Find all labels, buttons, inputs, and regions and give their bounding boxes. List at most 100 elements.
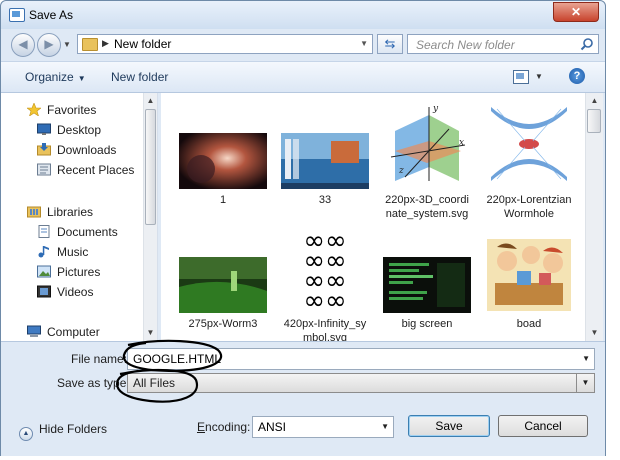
file-name-label: 275px-Worm3	[188, 318, 258, 330]
file-name-label: 220px-3D_coordi nate_system.svg	[379, 193, 475, 221]
back-arrow-icon: ◀	[18, 37, 28, 51]
file-name-line-1: 420px-Infinity_sy	[283, 318, 367, 330]
file-name-value: GOOGLE.HTML	[133, 352, 222, 366]
save-as-type-select[interactable]: All Files ▼	[127, 373, 595, 393]
view-options-dropdown[interactable]: ▼	[535, 72, 543, 81]
computer-icon	[27, 325, 41, 337]
file-item[interactable]: y x z 220px-3D_coordi nate_system.svg	[379, 101, 475, 220]
file-name-input[interactable]: GOOGLE.HTML ▼	[127, 348, 595, 370]
file-thumbnail	[179, 257, 267, 313]
file-thumbnail	[281, 133, 369, 189]
recent-locations-dropdown[interactable]: ▼	[63, 40, 71, 49]
navigation-pane-scrollbar[interactable]: ▲ ▼	[143, 93, 157, 341]
scrollbar-thumb[interactable]	[145, 109, 156, 225]
sidebar-item-label: Libraries	[47, 205, 94, 219]
sidebar-item-label: Desktop	[57, 123, 102, 137]
refresh-icon: ⇆	[384, 36, 396, 51]
address-bar[interactable]: ▶ New folder ▼	[77, 34, 373, 54]
axis-label-x: x	[459, 138, 464, 148]
scroll-down-icon[interactable]: ▼	[144, 327, 157, 339]
save-as-type-value: All Files	[133, 376, 176, 390]
file-name-label: big screen	[401, 318, 453, 330]
breadcrumb[interactable]: New folder	[114, 37, 171, 51]
navigation-bar: ◀ ▶ ▼ ▶ New folder ▼ ⇆ Search New folder	[1, 29, 605, 59]
back-button[interactable]: ◀	[11, 33, 35, 57]
file-name-line-1: 220px-3D_coordi	[385, 194, 469, 206]
folder-icon	[82, 38, 98, 51]
encoding-label-text: ncoding:	[205, 420, 251, 434]
search-input[interactable]: Search New folder	[416, 38, 515, 52]
help-icon[interactable]: ?	[569, 68, 585, 84]
refresh-button[interactable]: ⇆	[377, 34, 403, 54]
save-button-label: Save	[435, 419, 463, 433]
change-view-icon[interactable]	[513, 70, 529, 84]
breadcrumb-chevron-icon[interactable]: ▶	[102, 38, 109, 49]
file-item[interactable]: ∞∞ ∞∞ ∞∞ ∞∞ 420px-Infinity_sy mbol.svg	[277, 221, 373, 341]
forward-arrow-icon: ▶	[44, 37, 54, 51]
sidebar-item-label: Videos	[57, 285, 94, 299]
star-icon	[27, 103, 41, 116]
file-name-line-1: 220px-Lorentzian	[486, 194, 572, 206]
file-item[interactable]: 220px-Lorentzian Wormhole	[481, 101, 577, 220]
new-folder-button[interactable]: New folder	[111, 70, 168, 84]
address-dropdown-icon[interactable]: ▼	[360, 39, 368, 48]
file-item[interactable]: boad	[481, 221, 577, 335]
close-button[interactable]: ✕	[553, 2, 599, 22]
chevron-down-icon[interactable]: ▼	[381, 422, 389, 431]
file-item[interactable]: big screen	[379, 221, 475, 335]
scroll-up-icon[interactable]: ▲	[586, 95, 603, 107]
save-as-dialog: Save As ✕ ◀ ▶ ▼ ▶ New folder ▼ ⇆ Search …	[0, 0, 606, 456]
save-button[interactable]: Save	[408, 415, 490, 437]
file-item[interactable]: 1	[175, 101, 271, 215]
file-thumbnail: ∞∞ ∞∞ ∞∞ ∞∞	[285, 227, 365, 311]
file-name-label: File name:	[71, 352, 128, 366]
sidebar-item-label: Recent Places	[57, 163, 135, 177]
hide-folders-button[interactable]: ▲ Hide Folders	[19, 422, 107, 441]
file-name-label: 1	[219, 194, 227, 206]
file-thumbnail	[487, 101, 571, 187]
window-title: Save As	[29, 8, 74, 22]
sidebar-item-label: Downloads	[57, 143, 117, 157]
svg-text:∞∞: ∞∞	[303, 286, 346, 311]
chevron-up-icon: ▲	[19, 427, 33, 441]
scroll-down-icon[interactable]: ▼	[586, 327, 603, 339]
encoding-select[interactable]: ANSI ▼	[252, 416, 394, 438]
file-name-label: 420px-Infinity_sy mbol.svg	[277, 317, 373, 341]
navigation-pane: Favorites Desktop Downloads Recent Place…	[1, 93, 158, 341]
sidebar-item-label: Computer	[47, 325, 100, 339]
file-thumbnail	[487, 239, 571, 311]
file-name-label: 220px-Lorentzian Wormhole	[481, 193, 577, 221]
file-name-line-2: Wormhole	[504, 208, 554, 220]
cancel-button-label: Cancel	[524, 419, 562, 433]
file-list-scrollbar[interactable]: ▲ ▼	[585, 93, 603, 341]
sidebar-item-label: Favorites	[47, 103, 97, 117]
cancel-button[interactable]: Cancel	[498, 415, 588, 437]
music-icon	[38, 246, 49, 258]
file-name-label: boad	[516, 318, 542, 330]
file-item[interactable]: 275px-Worm3	[175, 221, 271, 335]
file-item[interactable]: 33	[277, 101, 373, 215]
file-name-line-2: nate_system.svg	[385, 208, 469, 220]
forward-button[interactable]: ▶	[37, 33, 61, 57]
chevron-down-icon[interactable]: ▼	[576, 374, 594, 392]
scroll-up-icon[interactable]: ▲	[144, 95, 157, 107]
organize-menu[interactable]: Organize ▼	[25, 70, 86, 84]
encoding-label: Encoding:	[197, 420, 251, 434]
recent-places-icon	[37, 163, 51, 176]
window-icon	[9, 8, 25, 22]
file-thumbnail	[383, 257, 471, 313]
chevron-down-icon: ▼	[77, 74, 86, 83]
downloads-icon	[37, 143, 51, 156]
libraries-icon	[27, 206, 41, 218]
search-icon[interactable]	[580, 37, 594, 51]
save-as-type-label: Save as type:	[57, 376, 130, 390]
scrollbar-thumb[interactable]	[587, 109, 601, 133]
chevron-down-icon[interactable]: ▼	[582, 354, 590, 363]
documents-icon	[38, 225, 50, 238]
search-box[interactable]: Search New folder	[407, 34, 599, 54]
file-name-label: 33	[318, 194, 332, 206]
pictures-icon	[37, 265, 51, 278]
encoding-value: ANSI	[258, 420, 287, 434]
file-thumbnail	[179, 133, 267, 189]
file-thumbnail: y x z	[385, 101, 469, 187]
